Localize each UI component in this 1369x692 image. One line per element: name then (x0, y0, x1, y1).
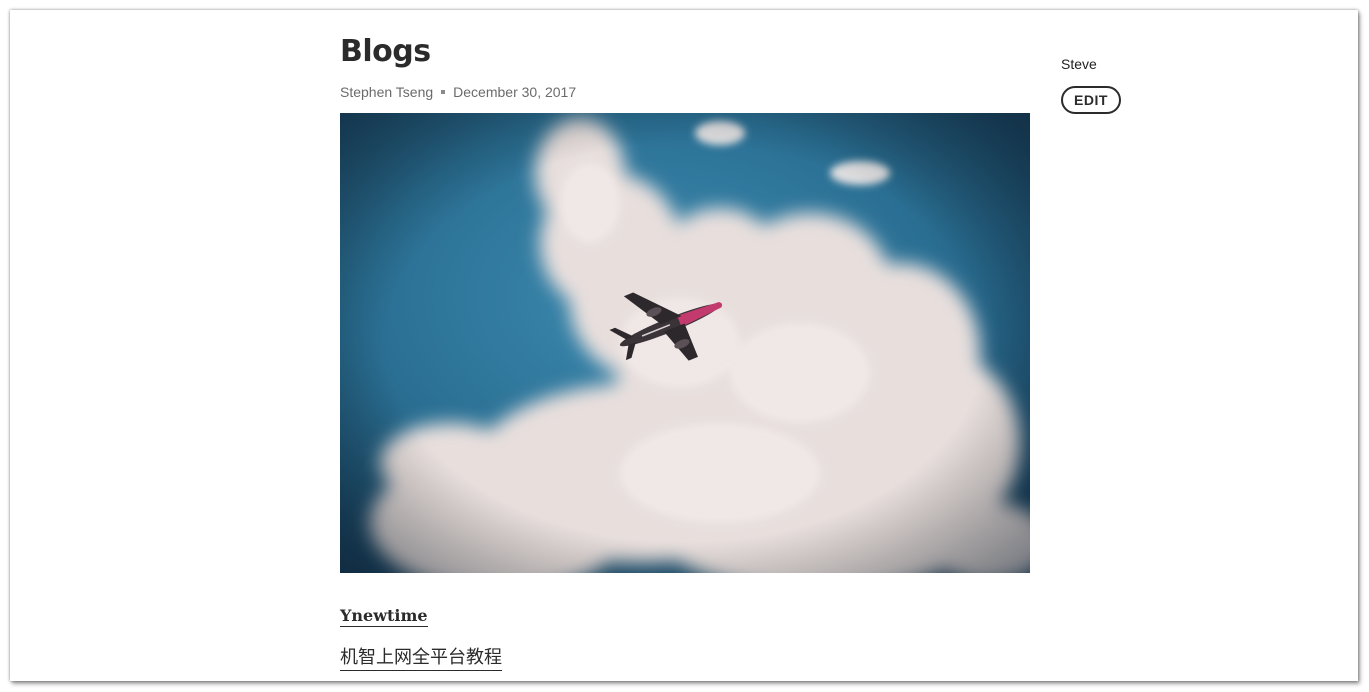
post-link-ynewtime[interactable]: Ynewtime (340, 606, 428, 627)
post-date: December 30, 2017 (453, 84, 577, 100)
post-link-tutorial[interactable]: 机智上网全平台教程 (340, 643, 502, 671)
sidebar: Steve EDIT (1061, 56, 1121, 114)
page-frame: Blogs Stephen Tseng December 30, 2017 Yn… (10, 10, 1358, 681)
post-meta: Stephen Tseng December 30, 2017 (340, 83, 1030, 101)
user-name: Steve (1061, 56, 1097, 72)
edit-button[interactable]: EDIT (1061, 86, 1121, 114)
post-list: Ynewtime 机智上网全平台教程 (340, 606, 1030, 681)
hero-image (340, 113, 1030, 573)
separator-dot (441, 90, 446, 94)
article: Blogs Stephen Tseng December 30, 2017 Yn… (340, 34, 1030, 681)
page-title: Blogs (340, 34, 431, 69)
author-name[interactable]: Stephen Tseng (340, 84, 433, 100)
